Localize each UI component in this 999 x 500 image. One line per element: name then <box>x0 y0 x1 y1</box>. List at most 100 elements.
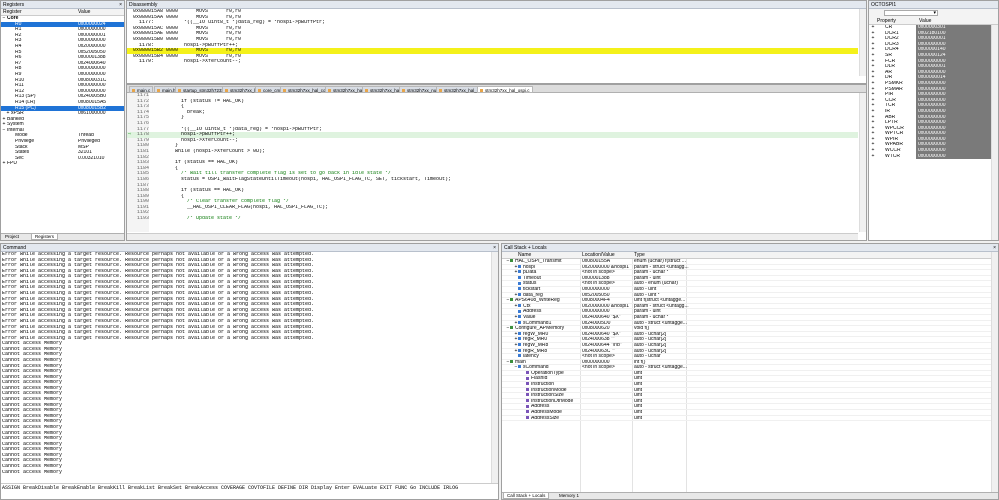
item-name: sCommand <box>523 365 549 371</box>
scrollbar[interactable] <box>991 25 998 240</box>
octospi-peripheral-window: OCTOSPI1 ▾ Property Value + CR 0x00000301 +… <box>868 0 999 241</box>
octospi-toolbar: ▾ <box>869 9 998 18</box>
item-name: sCommand1 <box>523 320 552 326</box>
col-property[interactable]: Property <box>877 18 896 25</box>
variable-icon <box>518 281 521 285</box>
scrollbar[interactable] <box>991 252 998 492</box>
variable-icon <box>518 354 521 358</box>
tab-callstack[interactable]: Call Stack + Locals <box>503 493 550 499</box>
callstack-window: Call Stack + Locals × Name Location/Value… <box>501 243 999 500</box>
variable-icon <box>518 309 521 313</box>
type-cell: uint <box>634 415 643 421</box>
octospi-title: OCTOSPI1 <box>869 1 998 9</box>
variable-icon <box>518 287 521 291</box>
disassembly-window: Disassembly 0x080015A8 0000 MOVS r0,r0 0x… <box>126 0 867 84</box>
file-icon <box>365 89 368 93</box>
tab-memory1[interactable]: Memory 1 <box>556 493 582 499</box>
registers-header: Register Value <box>1 9 124 16</box>
expand-toggle-icon[interactable]: + <box>2 161 6 167</box>
scrollbar[interactable] <box>859 9 866 76</box>
file-tab[interactable]: stm32h7xx_hal_ospi.c <box>477 86 533 93</box>
close-icon[interactable]: × <box>993 244 996 252</box>
col-location[interactable]: Location/Value <box>582 252 615 259</box>
command-title: Command × <box>1 244 498 252</box>
callstack-title: Call Stack + Locals × <box>502 244 998 252</box>
file-icon <box>439 89 442 93</box>
file-icon <box>132 89 135 93</box>
property-value[interactable]: 0x00000000 <box>916 153 991 160</box>
item-name: Address <box>531 404 550 410</box>
item-name: InstructionDtrMode <box>531 398 574 404</box>
callstack-row[interactable]: AddressSize uint <box>502 416 991 422</box>
variable-icon <box>518 343 521 347</box>
variable-icon <box>518 270 521 274</box>
item-name: Configure_APMemory <box>515 326 565 332</box>
member-icon <box>526 371 529 375</box>
col-type[interactable]: Type <box>634 252 645 259</box>
member-icon <box>526 387 529 391</box>
col-register[interactable]: Register <box>3 9 22 16</box>
member-icon <box>526 415 529 419</box>
item-name: HAL_OSPI_Transmit <box>515 259 562 264</box>
member-icon <box>526 410 529 414</box>
item-name: tickstart <box>523 286 541 292</box>
octospi-register-row[interactable]: + WTCR 0x00000000 <box>869 153 991 160</box>
col-value[interactable]: Value <box>919 18 931 25</box>
file-icon <box>328 89 331 93</box>
item-name: Instruction <box>531 382 555 388</box>
item-name: status <box>523 281 537 287</box>
code-area[interactable]: 1171 1172 if (status != HAL_OK) 1173 {1174… <box>127 93 858 232</box>
code-text: /* Update state */ <box>157 216 242 222</box>
command-window: Command × Error while accessing a target … <box>0 243 499 500</box>
disassembly-listing: 0x080015A8 0000 MOVS r0,r0 0x080015AA 000… <box>127 9 858 76</box>
variable-icon <box>518 292 521 296</box>
member-icon <box>526 404 529 408</box>
name-cell: AddressSize <box>522 415 560 421</box>
item-name: FlashId <box>531 376 548 382</box>
scrollbar[interactable] <box>491 252 498 483</box>
expand-toggle-icon[interactable]: + <box>871 154 875 160</box>
horizontal-scrollbar[interactable] <box>127 233 858 240</box>
scrollbar[interactable] <box>859 93 866 232</box>
peripheral-select[interactable] <box>884 10 938 16</box>
tab-registers[interactable]: Registers <box>31 234 59 240</box>
register-list: + CR 0x00000301 + DCR1 0x02180100 + DCR2 0x00000… <box>869 25 991 160</box>
octospi-header: Property Value <box>869 18 998 25</box>
callstack-header: Name Location/Value Type <box>502 252 998 259</box>
close-icon[interactable]: × <box>493 244 496 252</box>
tab-project[interactable]: Project <box>2 234 22 240</box>
file-tab[interactable]: main.c <box>129 86 154 93</box>
code-line[interactable]: 1193 /* Update state */ <box>127 216 858 222</box>
function-icon <box>510 359 513 363</box>
item-name: regW_MR8 <box>523 342 549 348</box>
item-name: OperationType <box>531 370 564 376</box>
function-icon <box>510 259 513 263</box>
member-icon <box>526 382 529 386</box>
item-name: InstructionMode <box>531 387 567 393</box>
item-name: InstructionSize <box>531 393 564 399</box>
item-name: regR_MR8 <box>523 348 548 354</box>
item-name: data_reg <box>523 292 543 298</box>
file-icon <box>157 89 160 93</box>
chevron-down-icon[interactable]: ▾ <box>933 10 936 16</box>
command-output: Error while accessing a target resource.… <box>1 252 491 483</box>
disassembly-line[interactable]: 1179: hospi->XferCount--; <box>127 59 858 65</box>
variable-icon <box>518 264 521 268</box>
register-row[interactable]: + FPU <box>1 161 124 167</box>
command-output-line: Cannot access Memory <box>2 469 63 475</box>
member-icon <box>526 399 529 403</box>
item-name: AddressSize <box>531 415 560 421</box>
close-icon[interactable]: × <box>119 1 122 9</box>
command-input[interactable]: ASSIGN BreakDisable BreakEnable BreakKil… <box>1 483 498 492</box>
item-name: AddressMode <box>531 410 562 416</box>
line-number: 1193 <box>137 216 150 222</box>
function-icon <box>510 298 513 302</box>
item-name: main <box>515 359 526 365</box>
register-list: − Core R0 0x00000024 R1 0x00000000 R2 0x0000000… <box>1 16 124 233</box>
file-icon <box>283 89 286 93</box>
item-name: APS6408_WriteReg <box>515 298 560 304</box>
col-name[interactable]: Name <box>518 252 531 259</box>
variable-icon <box>518 337 521 341</box>
file-tabs: main.c main.h startup_stm32h723xx.s stm32h7… <box>127 85 866 93</box>
col-value[interactable]: Value <box>78 9 90 16</box>
